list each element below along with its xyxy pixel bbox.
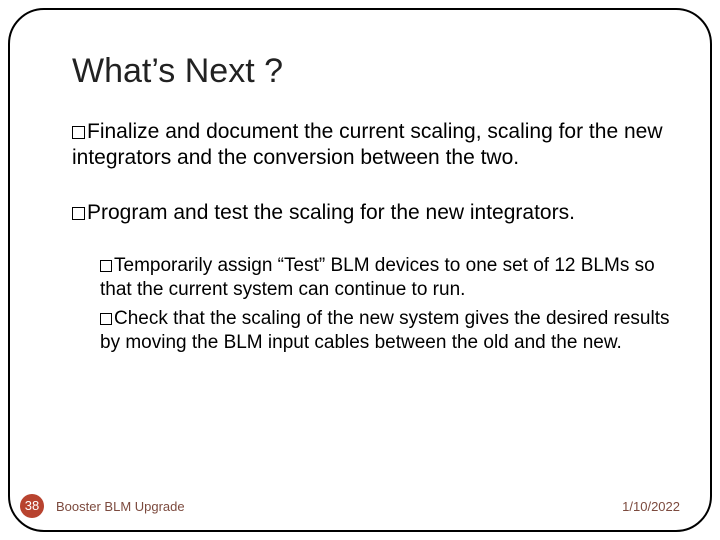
checkbox-icon [72, 126, 85, 139]
bullet-item: Finalize and document the current scalin… [72, 119, 670, 172]
checkbox-icon [100, 313, 112, 325]
bullet-text: Temporarily assign “Test” BLM devices to… [100, 255, 655, 300]
bullet-text: Program and test the scaling for the new… [87, 201, 575, 224]
bullet-item: Program and test the scaling for the new… [72, 200, 670, 226]
slide: What’s Next ? Finalize and document the … [0, 0, 720, 540]
slide-title: What’s Next ? [72, 52, 670, 91]
checkbox-icon [100, 260, 112, 272]
footer-date: 1/10/2022 [622, 499, 680, 514]
bullet-text: Check that the scaling of the new system… [100, 308, 670, 353]
content-area: What’s Next ? Finalize and document the … [72, 52, 670, 361]
checkbox-icon [72, 207, 85, 220]
page-number-badge: 38 [20, 494, 44, 518]
bullet-text: Finalize and document the current scalin… [72, 120, 662, 169]
footer-left: Booster BLM Upgrade [56, 499, 185, 514]
sub-bullet-item: Temporarily assign “Test” BLM devices to… [100, 254, 670, 302]
sub-bullet-item: Check that the scaling of the new system… [100, 307, 670, 355]
